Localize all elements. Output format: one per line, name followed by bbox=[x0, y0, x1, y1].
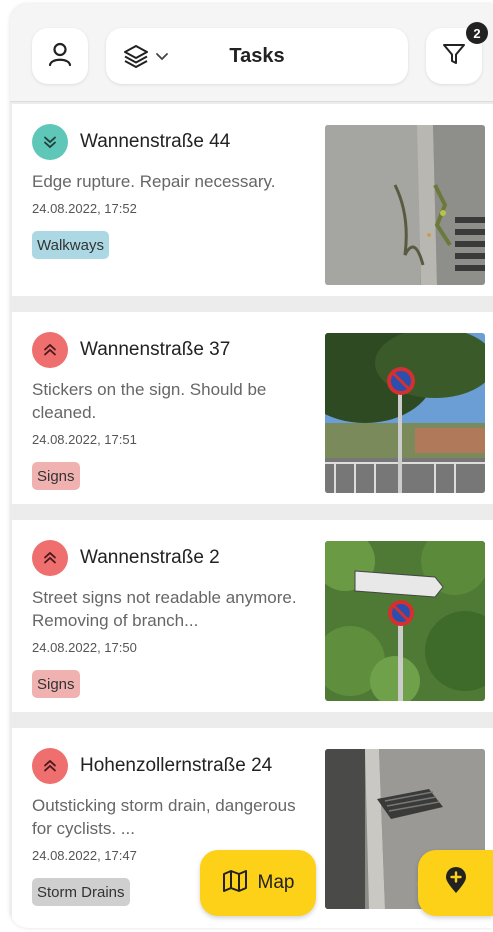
map-button[interactable]: Map bbox=[200, 850, 316, 916]
task-card[interactable]: Wannenstraße 37 Stickers on the sign. Sh… bbox=[12, 312, 493, 504]
task-card[interactable]: Wannenstraße 2 Street signs not readable… bbox=[12, 520, 493, 712]
map-button-label: Map bbox=[257, 872, 295, 893]
street-sign-branches-photo[interactable] bbox=[325, 541, 485, 701]
task-description: Edge rupture. Repair necessary. bbox=[32, 172, 276, 191]
filter-count-badge: 2 bbox=[466, 22, 488, 44]
add-location-icon bbox=[442, 866, 470, 900]
map-icon bbox=[222, 868, 248, 899]
priority-high-icon bbox=[32, 332, 68, 368]
task-address: Wannenstraße 2 bbox=[80, 547, 220, 568]
add-task-button[interactable] bbox=[418, 850, 493, 916]
task-date: 24.08.2022, 17:47 bbox=[32, 848, 137, 863]
task-date: 24.08.2022, 17:50 bbox=[32, 640, 137, 655]
user-icon bbox=[47, 41, 73, 72]
view-switcher[interactable]: Tasks bbox=[106, 28, 408, 84]
category-tag: Signs bbox=[32, 670, 80, 698]
task-card[interactable]: Wannenstraße 44 Edge rupture. Repair nec… bbox=[12, 104, 493, 296]
priority-high-icon bbox=[32, 748, 68, 784]
app-frame: Tasks 2 Wannenstraße 44 Edge rupture. Re… bbox=[10, 4, 493, 928]
task-date: 24.08.2022, 17:52 bbox=[32, 201, 137, 216]
category-tag: Signs bbox=[32, 462, 80, 490]
task-description: Outsticking storm drain, dangerous for c… bbox=[32, 796, 296, 838]
priority-low-icon bbox=[32, 124, 68, 160]
filter-icon bbox=[441, 41, 467, 72]
task-description: Stickers on the sign. Should be cleaned. bbox=[32, 380, 267, 422]
top-bar: Tasks 2 bbox=[10, 4, 493, 102]
task-address: Wannenstraße 37 bbox=[80, 339, 231, 360]
profile-button[interactable] bbox=[32, 28, 88, 84]
page-title: Tasks bbox=[229, 45, 285, 67]
category-tag: Walkways bbox=[32, 231, 109, 259]
priority-high-icon bbox=[32, 540, 68, 576]
no-parking-sign-photo[interactable] bbox=[325, 333, 485, 493]
sidewalk-curb-photo[interactable] bbox=[325, 125, 485, 285]
task-address: Hohenzollernstraße 24 bbox=[80, 755, 273, 776]
task-address: Wannenstraße 44 bbox=[80, 131, 231, 152]
task-description: Street signs not readable anymore. Remov… bbox=[32, 588, 297, 630]
task-date: 24.08.2022, 17:51 bbox=[32, 432, 137, 447]
category-tag: Storm Drains bbox=[32, 878, 130, 906]
